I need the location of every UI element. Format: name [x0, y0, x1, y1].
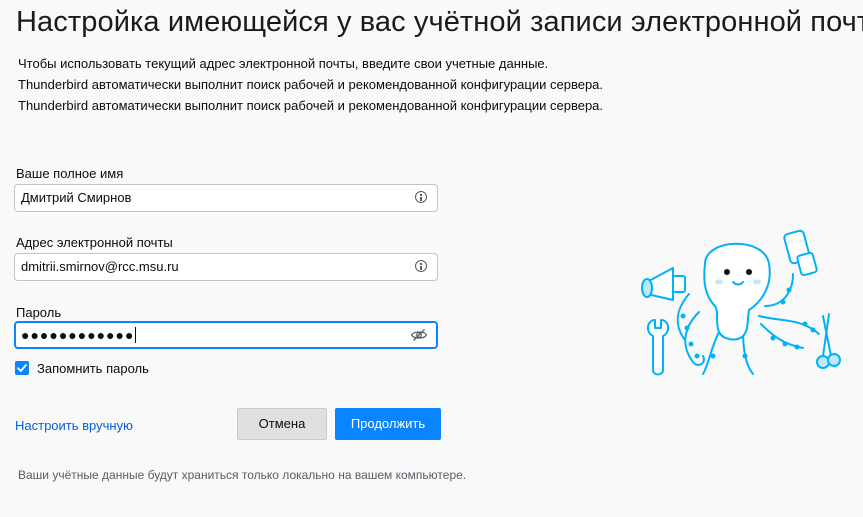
- text-caret: [135, 327, 137, 343]
- email-field[interactable]: dmitrii.smirnov@rcc.msu.ru: [14, 253, 438, 281]
- email-label: Адрес электронной почты: [16, 235, 173, 250]
- password-label: Пароль: [16, 305, 62, 320]
- remember-password-label[interactable]: Запомнить пароль: [37, 361, 149, 376]
- description-line: Чтобы использовать текущий адрес электро…: [18, 56, 549, 71]
- remember-password-checkbox[interactable]: [15, 361, 29, 375]
- name-field[interactable]: Дмитрий Смирнов: [14, 184, 438, 212]
- checkmark-icon: [17, 364, 27, 372]
- info-icon[interactable]: [415, 260, 427, 272]
- info-icon[interactable]: [415, 191, 427, 203]
- page-title: Настройка имеющейся у вас учётной записи…: [16, 6, 863, 38]
- name-label: Ваше полное имя: [16, 166, 124, 181]
- cancel-button[interactable]: Отмена: [237, 408, 327, 440]
- description-line: Thunderbird автоматически выполнит поиск…: [18, 77, 604, 92]
- continue-button[interactable]: Продолжить: [335, 408, 441, 440]
- password-field[interactable]: ●●●●●●●●●●●●: [14, 321, 438, 349]
- description: Чтобы использовать текущий адрес электро…: [18, 53, 603, 116]
- password-value: ●●●●●●●●●●●●: [21, 327, 135, 343]
- email-value: dmitrii.smirnov@rcc.msu.ru: [21, 259, 179, 274]
- manual-config-link[interactable]: Настроить вручную: [15, 418, 133, 433]
- password-value-wrap: ●●●●●●●●●●●●: [21, 323, 137, 348]
- description-line: Thunderbird автоматически выполнит поиск…: [18, 98, 604, 113]
- name-value: Дмитрий Смирнов: [21, 190, 132, 205]
- footer-note: Ваши учётные данные будут храниться толь…: [18, 468, 467, 482]
- eye-slash-icon[interactable]: [410, 328, 428, 342]
- octopus-mascot-illustration: [641, 229, 841, 376]
